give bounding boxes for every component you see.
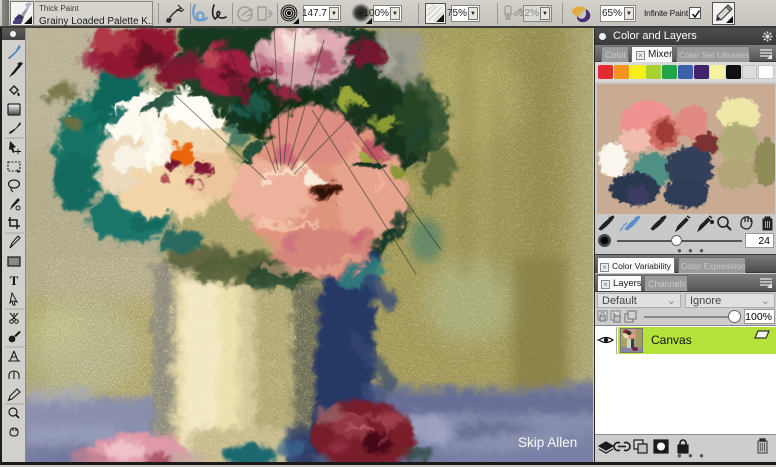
- svg-text:T: T: [10, 273, 19, 288]
- svg-text:Skip Allen: Skip Allen: [518, 435, 577, 450]
